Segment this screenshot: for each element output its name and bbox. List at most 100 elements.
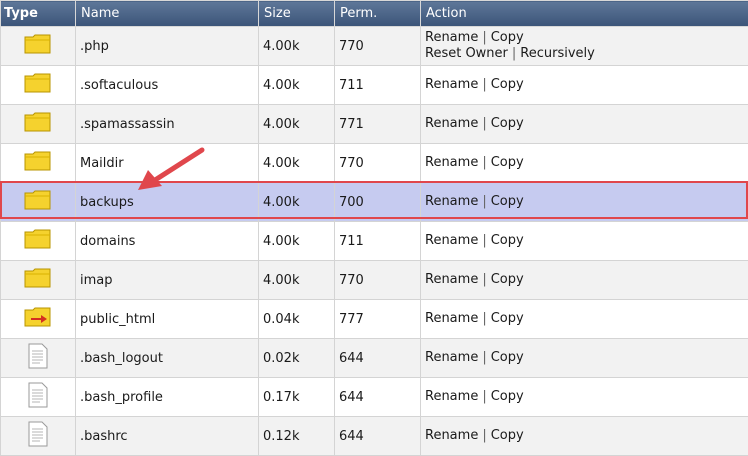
name-cell[interactable]: Maildir <box>76 144 259 183</box>
reset-owner-link[interactable]: Reset Owner <box>425 46 508 61</box>
name-cell[interactable]: .bash_logout <box>76 339 259 378</box>
name-cell[interactable]: imap <box>76 261 259 300</box>
folder-link-icon[interactable] <box>24 306 52 332</box>
file-icon[interactable] <box>28 382 48 412</box>
name-cell[interactable]: public_html <box>76 300 259 339</box>
file-name[interactable]: imap <box>80 273 113 288</box>
file-icon[interactable] <box>28 421 48 451</box>
folder-icon[interactable] <box>24 189 52 215</box>
size-cell: 0.04k <box>259 300 335 339</box>
file-table: Type Name Size Perm. Action .php 4.00k 7… <box>0 0 748 456</box>
rename-link[interactable]: Rename <box>425 116 478 131</box>
perm-cell[interactable]: 644 <box>335 417 421 456</box>
perm-cell[interactable]: 644 <box>335 339 421 378</box>
file-name[interactable]: public_html <box>80 312 155 327</box>
rename-link[interactable]: Rename <box>425 155 478 170</box>
file-name[interactable]: .spamassassin <box>80 117 175 132</box>
action-cell: Rename|Copy <box>421 144 748 183</box>
perm-cell[interactable]: 771 <box>335 105 421 144</box>
copy-link[interactable]: Copy <box>491 233 524 248</box>
action-cell: Rename|Copy <box>421 417 748 456</box>
file-name[interactable]: .php <box>80 39 109 54</box>
rename-link[interactable]: Rename <box>425 77 478 92</box>
rename-link[interactable]: Rename <box>425 233 478 248</box>
rename-link[interactable]: Rename <box>425 194 478 209</box>
action-cell: Rename|Copy <box>421 222 748 261</box>
action-cell: Rename|Copy <box>421 66 748 105</box>
folder-icon[interactable] <box>24 33 52 59</box>
table-row[interactable]: .bashrc 0.12k 644 Rename|Copy <box>1 417 748 456</box>
folder-icon[interactable] <box>24 267 52 293</box>
file-name[interactable]: backups <box>80 195 134 210</box>
table-row[interactable]: .softaculous 4.00k 711 Rename|Copy <box>1 66 748 105</box>
perm-cell[interactable]: 644 <box>335 378 421 417</box>
name-cell[interactable]: .php <box>76 27 259 66</box>
copy-link[interactable]: Copy <box>491 389 524 404</box>
file-name[interactable]: .bash_logout <box>80 351 163 366</box>
perm-cell[interactable]: 711 <box>335 66 421 105</box>
name-cell[interactable]: .spamassassin <box>76 105 259 144</box>
column-header-name[interactable]: Name <box>76 1 259 27</box>
copy-link[interactable]: Copy <box>491 272 524 287</box>
table-row[interactable]: .spamassassin 4.00k 771 Rename|Copy <box>1 105 748 144</box>
name-cell[interactable]: .bashrc <box>76 417 259 456</box>
copy-link[interactable]: Copy <box>491 428 524 443</box>
separator: | <box>478 194 490 209</box>
copy-link[interactable]: Copy <box>491 194 524 209</box>
folder-icon[interactable] <box>24 150 52 176</box>
separator: | <box>478 155 490 170</box>
copy-link[interactable]: Copy <box>491 30 524 45</box>
perm-cell[interactable]: 711 <box>335 222 421 261</box>
size-cell: 4.00k <box>259 183 335 222</box>
rename-link[interactable]: Rename <box>425 389 478 404</box>
file-name[interactable]: .bashrc <box>80 429 128 444</box>
rename-link[interactable]: Rename <box>425 350 478 365</box>
size-cell: 0.12k <box>259 417 335 456</box>
file-name[interactable]: .softaculous <box>80 78 158 93</box>
folder-icon[interactable] <box>24 228 52 254</box>
type-cell <box>1 105 76 144</box>
table-row[interactable]: backups 4.00k 700 Rename|Copy <box>1 183 748 222</box>
perm-cell[interactable]: 777 <box>335 300 421 339</box>
column-header-size[interactable]: Size <box>259 1 335 27</box>
rename-link[interactable]: Rename <box>425 311 478 326</box>
table-row[interactable]: .php 4.00k 770 Rename|Copy Reset Owner|R… <box>1 27 748 66</box>
copy-link[interactable]: Copy <box>491 350 524 365</box>
recursively-link[interactable]: Recursively <box>520 46 595 61</box>
name-cell[interactable]: .bash_profile <box>76 378 259 417</box>
copy-link[interactable]: Copy <box>491 77 524 92</box>
column-header-type[interactable]: Type <box>1 1 76 27</box>
table-row[interactable]: Maildir 4.00k 770 Rename|Copy <box>1 144 748 183</box>
perm-cell[interactable]: 700 <box>335 183 421 222</box>
perm-cell[interactable]: 770 <box>335 27 421 66</box>
table-row[interactable]: domains 4.00k 711 Rename|Copy <box>1 222 748 261</box>
perm-cell[interactable]: 770 <box>335 144 421 183</box>
table-row[interactable]: public_html 0.04k 777 Rename|Copy <box>1 300 748 339</box>
folder-icon[interactable] <box>24 111 52 137</box>
copy-link[interactable]: Copy <box>491 155 524 170</box>
file-name[interactable]: Maildir <box>80 156 124 171</box>
table-row[interactable]: imap 4.00k 770 Rename|Copy <box>1 261 748 300</box>
name-cell[interactable]: backups <box>76 183 259 222</box>
size-cell: 4.00k <box>259 144 335 183</box>
file-name[interactable]: .bash_profile <box>80 390 163 405</box>
type-cell <box>1 183 76 222</box>
action-cell: Rename|Copy <box>421 261 748 300</box>
name-cell[interactable]: .softaculous <box>76 66 259 105</box>
folder-icon[interactable] <box>24 72 52 98</box>
column-header-perm[interactable]: Perm. <box>335 1 421 27</box>
action-cell: Rename|Copy <box>421 183 748 222</box>
perm-cell[interactable]: 770 <box>335 261 421 300</box>
copy-link[interactable]: Copy <box>491 116 524 131</box>
file-icon[interactable] <box>28 343 48 373</box>
table-row[interactable]: .bash_logout 0.02k 644 Rename|Copy <box>1 339 748 378</box>
copy-link[interactable]: Copy <box>491 311 524 326</box>
file-name[interactable]: domains <box>80 234 135 249</box>
table-row[interactable]: .bash_profile 0.17k 644 Rename|Copy <box>1 378 748 417</box>
name-cell[interactable]: domains <box>76 222 259 261</box>
table-header: Type Name Size Perm. Action <box>1 1 748 27</box>
rename-link[interactable]: Rename <box>425 428 478 443</box>
rename-link[interactable]: Rename <box>425 30 478 45</box>
rename-link[interactable]: Rename <box>425 272 478 287</box>
separator: | <box>478 389 490 404</box>
